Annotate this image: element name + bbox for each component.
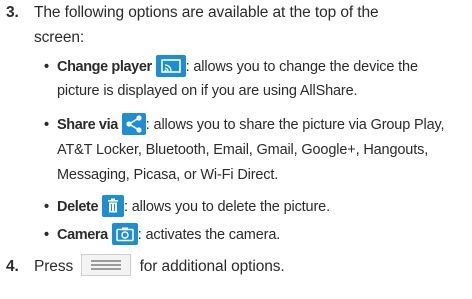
- bullet-line: Delete : allows you to delete the pictur…: [57, 195, 330, 218]
- term-delete: Delete: [57, 199, 99, 215]
- bullet-line: Change player : allows you to change the…: [57, 55, 418, 78]
- step-text-cont: screen:: [34, 26, 470, 50]
- share-via-desc-3: Messaging, Picasa, or Wi-Fi Direct.: [57, 167, 279, 183]
- change-player-desc-2: picture is displayed on if you are using…: [57, 83, 358, 99]
- trash-icon: [102, 195, 125, 218]
- step-4-before: Press: [34, 258, 74, 275]
- bullet-dot: •: [44, 59, 49, 75]
- share-via-desc-2: AT&T Locker, Bluetooth, Email, Gmail, Go…: [57, 142, 429, 158]
- bullet-line: Messaging, Picasa, or Wi-Fi Direct.: [57, 164, 278, 186]
- term-change-player: Change player: [57, 59, 152, 75]
- bullet-dot: •: [44, 227, 49, 243]
- bullet-line: Share via : allows you to share the pict…: [57, 113, 445, 136]
- step-4-after: for additional options.: [139, 258, 285, 275]
- change-player-icon: [155, 55, 186, 78]
- share-icon: [121, 113, 146, 136]
- bullet-dot: •: [44, 199, 49, 215]
- manual-page: 3. The following options are available a…: [0, 0, 472, 299]
- menu-key-icon: [81, 253, 132, 276]
- change-player-desc: : allows you to change the device the: [185, 59, 418, 75]
- term-share-via: Share via: [57, 117, 118, 133]
- bullet-line: picture is displayed on if you are using…: [57, 80, 358, 102]
- share-via-desc: : allows you to share the picture via Gr…: [145, 117, 445, 133]
- bullet-line: AT&T Locker, Bluetooth, Email, Gmail, Go…: [57, 139, 428, 161]
- step-number: 4.: [6, 258, 19, 275]
- delete-desc: : allows you to delete the picture.: [124, 199, 330, 215]
- step-text: Press for additional options.: [34, 253, 470, 279]
- camera-icon: [111, 223, 138, 246]
- term-camera: Camera: [57, 227, 108, 243]
- bullet-dot: •: [44, 117, 49, 133]
- step-3-line-2: screen:: [34, 29, 85, 46]
- camera-desc: : activates the camera.: [137, 227, 281, 243]
- step-3-line-1: The following options are available at t…: [34, 4, 379, 21]
- step-number: 3.: [6, 4, 19, 21]
- bullet-line: Camera : activates the camera.: [57, 223, 281, 246]
- step-text: The following options are available at t…: [34, 1, 470, 25]
